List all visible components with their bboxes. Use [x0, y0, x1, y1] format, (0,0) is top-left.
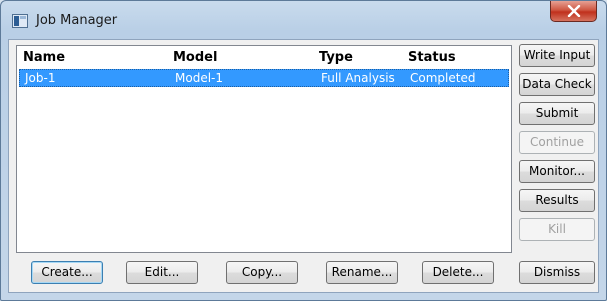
- close-button[interactable]: [550, 1, 597, 22]
- dialog-body: Name Model Type Status Job-1 Model-1 Ful…: [8, 39, 599, 293]
- list-header: Name Model Type Status: [17, 50, 511, 68]
- column-header-status[interactable]: Status: [408, 50, 456, 65]
- continue-button[interactable]: Continue: [519, 131, 595, 154]
- title-bar[interactable]: Job Manager: [1, 1, 606, 39]
- job-manager-window: Job Manager Name Model Type Status Job-1…: [0, 0, 607, 301]
- edit-button[interactable]: Edit...: [126, 261, 198, 284]
- table-row[interactable]: Job-1 Model-1 Full Analysis Completed: [19, 69, 509, 87]
- write-input-button[interactable]: Write Input: [519, 44, 595, 67]
- job-type-cell: Full Analysis: [321, 71, 395, 85]
- results-button[interactable]: Results: [519, 189, 595, 212]
- submit-button[interactable]: Submit: [519, 102, 595, 125]
- job-name-cell: Job-1: [25, 71, 56, 85]
- monitor-button[interactable]: Monitor...: [519, 160, 595, 183]
- create-button[interactable]: Create...: [31, 261, 103, 284]
- column-header-model[interactable]: Model: [173, 50, 217, 65]
- dismiss-button[interactable]: Dismiss: [519, 261, 595, 284]
- column-header-type[interactable]: Type: [319, 50, 353, 65]
- job-model-cell: Model-1: [175, 71, 223, 85]
- close-icon: [567, 5, 581, 17]
- app-icon: [12, 14, 28, 28]
- column-header-name[interactable]: Name: [23, 50, 65, 65]
- delete-button[interactable]: Delete...: [422, 261, 494, 284]
- window-title: Job Manager: [36, 13, 118, 28]
- jobs-list[interactable]: Name Model Type Status Job-1 Model-1 Ful…: [16, 45, 512, 253]
- rename-button[interactable]: Rename...: [326, 261, 398, 284]
- data-check-button[interactable]: Data Check: [519, 73, 595, 96]
- copy-button[interactable]: Copy...: [226, 261, 298, 284]
- job-status-cell: Completed: [410, 71, 476, 85]
- kill-button[interactable]: Kill: [519, 218, 595, 241]
